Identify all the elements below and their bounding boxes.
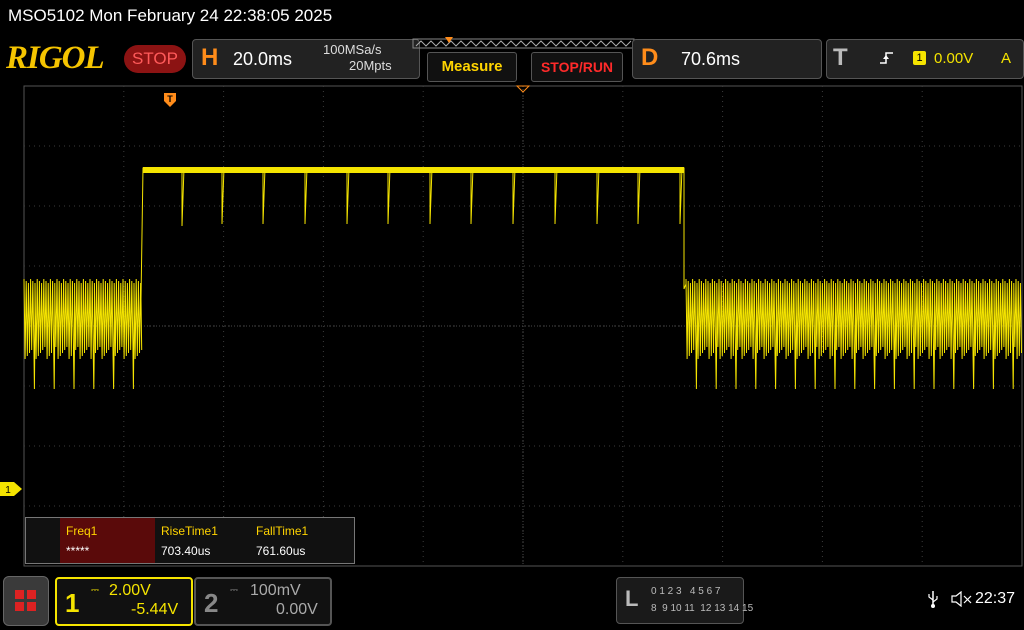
speaker-muted-icon[interactable] bbox=[951, 591, 973, 607]
measurement-fall-time[interactable]: FallTime1 761.60us bbox=[250, 518, 345, 563]
grid-menu-icon bbox=[15, 590, 36, 611]
trigger-time-marker: T bbox=[164, 93, 176, 107]
measurement-rise-time[interactable]: RiseTime1 703.40us bbox=[155, 518, 250, 563]
trigger-source-badge: 1 bbox=[913, 51, 926, 65]
channel1-offset: -5.44V bbox=[131, 601, 179, 618]
memory-depth: 20Mpts bbox=[349, 58, 392, 73]
delay-panel[interactable]: D 70.6ms bbox=[632, 39, 822, 79]
trigger-level: 0.00V bbox=[934, 50, 974, 67]
run-state-badge[interactable]: STOP bbox=[124, 45, 186, 73]
trigger-letter: T bbox=[833, 44, 848, 71]
trigger-mode: A bbox=[1001, 50, 1012, 67]
usb-icon bbox=[928, 591, 938, 608]
measure-button[interactable]: Measure bbox=[427, 52, 517, 82]
dc-coupling-icon: ⎓ bbox=[230, 585, 238, 596]
svg-text:1: 1 bbox=[5, 485, 11, 496]
la-channels-row1: 0 1 2 3 4 5 6 7 bbox=[651, 586, 721, 597]
channel1-panel[interactable]: 1 ⎓ 2.00V -5.44V bbox=[55, 577, 193, 626]
dc-coupling-icon: ⎓ bbox=[91, 585, 99, 596]
channel2-scale: 100mV bbox=[250, 582, 301, 599]
measurement-table[interactable]: Freq1 ***** RiseTime1 703.40us FallTime1… bbox=[25, 517, 355, 564]
la-letter: L bbox=[625, 586, 639, 611]
delay-letter: D bbox=[641, 44, 659, 71]
channel2-offset: 0.00V bbox=[276, 601, 318, 618]
logic-analyzer-panel[interactable]: L 0 1 2 3 4 5 6 7 8 9 10 11 12 13 14 15 bbox=[616, 577, 753, 624]
delay-value: 70.6ms bbox=[681, 49, 741, 69]
channel1-number: 1 bbox=[65, 588, 80, 618]
title-bar: MSO5102 Mon February 24 22:38:05 2025 bbox=[0, 0, 1024, 32]
measurement-freq[interactable]: Freq1 ***** bbox=[60, 518, 155, 563]
memory-position-indicator bbox=[412, 37, 635, 49]
channel1-scale: 2.00V bbox=[109, 582, 151, 599]
rising-edge-icon bbox=[880, 52, 893, 64]
status-clock: 22:37 bbox=[975, 590, 1016, 607]
timebase-value: 20.0ms bbox=[233, 49, 293, 69]
waveform-display[interactable]: T bbox=[0, 84, 1024, 568]
rigol-logo: RIGOL bbox=[6, 40, 105, 76]
channel2-panel[interactable]: 2 ⎓ 100mV 0.00V bbox=[194, 577, 332, 626]
stop-run-button[interactable]: STOP/RUN bbox=[531, 52, 623, 82]
title-text: MSO5102 Mon February 24 22:38:05 2025 bbox=[8, 6, 333, 25]
menu-button[interactable] bbox=[3, 576, 49, 626]
horizontal-panel[interactable]: H 20.0ms 100MSa/s 20Mpts bbox=[192, 39, 420, 79]
sample-rate: 100MSa/s bbox=[323, 42, 382, 57]
la-channels-row2: 8 9 10 11 12 13 14 15 bbox=[651, 603, 754, 614]
trigger-panel[interactable]: T 1 0.00V A bbox=[826, 39, 1024, 79]
channel2-number: 2 bbox=[204, 588, 219, 618]
horizontal-letter: H bbox=[201, 44, 219, 71]
channel1-ground-marker[interactable]: 1 bbox=[0, 482, 24, 496]
svg-text:T: T bbox=[167, 94, 173, 104]
